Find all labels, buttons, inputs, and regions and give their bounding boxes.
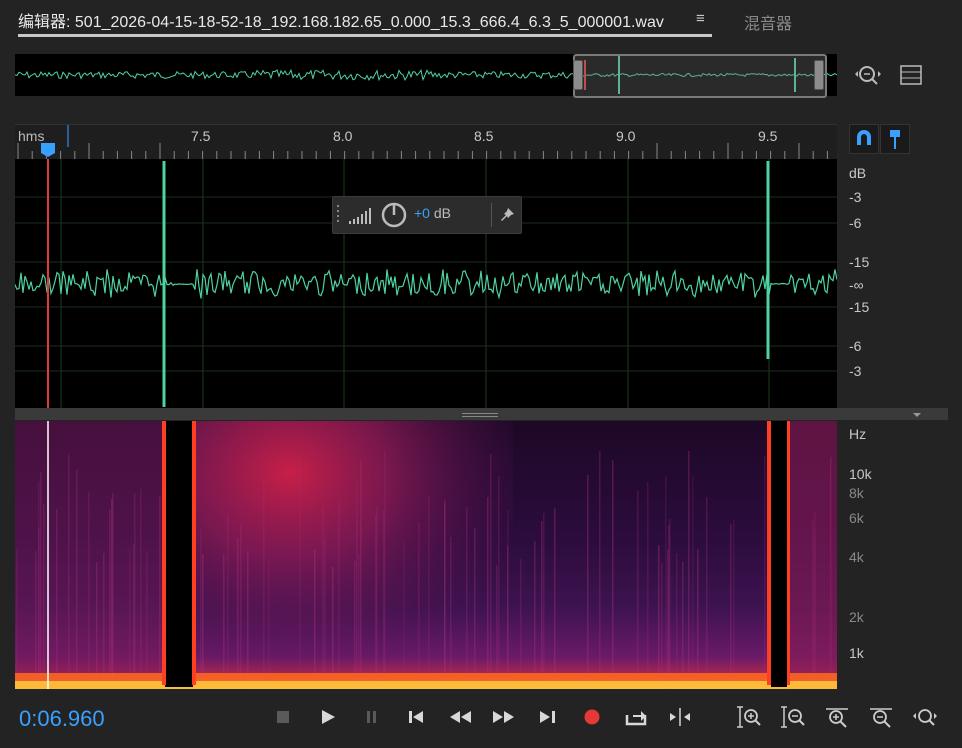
level-meter-icon <box>349 208 371 224</box>
db-unit-label: dB <box>849 165 867 181</box>
db-label: -15 <box>849 299 870 315</box>
hz-unit-label: Hz <box>849 426 867 442</box>
ruler-unit-label: hms <box>18 128 45 144</box>
list-icon[interactable] <box>900 64 922 86</box>
playhead-marker[interactable] <box>41 143 55 157</box>
stop-icon[interactable] <box>271 704 297 730</box>
snap-magnet-icon[interactable] <box>849 124 879 154</box>
loop-playback-icon[interactable] <box>623 704 649 730</box>
hz-label: 4k <box>849 549 864 565</box>
spectrogram-graphic <box>15 421 837 689</box>
skip-selection-icon[interactable] <box>667 704 693 730</box>
play-icon[interactable] <box>315 704 341 730</box>
zoom-navigator-icon[interactable] <box>854 62 882 88</box>
panel-splitter[interactable] <box>15 408 948 420</box>
overview-visible-range[interactable] <box>573 54 827 98</box>
hud-amplitude-value[interactable]: +0 dB <box>414 205 451 221</box>
fast-forward-icon[interactable] <box>491 704 517 730</box>
pause-icon[interactable] <box>359 704 385 730</box>
current-time-display[interactable]: 0:06.960 <box>19 706 105 732</box>
tick-label: 8.0 <box>333 128 353 144</box>
db-label: -15 <box>849 254 870 270</box>
zoom-out-time-icon[interactable] <box>868 704 894 730</box>
zoom-selection-icon[interactable] <box>912 704 938 730</box>
hz-label: 6k <box>849 510 864 526</box>
record-icon[interactable] <box>579 704 605 730</box>
db-label: -∞ <box>849 277 864 293</box>
rewind-icon[interactable] <box>447 704 473 730</box>
hz-label: 10k <box>849 466 872 482</box>
zoom-out-amplitude-icon[interactable] <box>780 704 806 730</box>
zoom-in-time-icon[interactable] <box>824 704 850 730</box>
marker-icon[interactable] <box>880 124 910 154</box>
hz-label: 1k <box>849 645 864 661</box>
go-to-end-icon[interactable] <box>535 704 561 730</box>
tab-mixer[interactable]: 混音器 <box>744 10 792 34</box>
tick-label: 8.5 <box>474 128 494 144</box>
db-label: -6 <box>849 215 862 231</box>
spectral-frequency-display[interactable] <box>15 421 837 689</box>
tick-label: 9.0 <box>616 128 636 144</box>
active-tab-indicator <box>18 34 712 37</box>
tick-label: 9.5 <box>758 128 778 144</box>
hz-label: 2k <box>849 609 864 625</box>
hz-label: 8k <box>849 485 864 501</box>
overview-range-left-handle[interactable] <box>573 60 583 90</box>
time-ruler[interactable] <box>15 124 837 160</box>
ruler-ticks <box>17 125 828 159</box>
tick-label: 7.5 <box>191 128 211 144</box>
db-label: -6 <box>849 338 862 354</box>
tab-editor[interactable]: 编辑器: 501_2026-04-15-18-52-18_192.168.182… <box>18 8 664 32</box>
db-label: -3 <box>849 189 862 205</box>
zoom-in-amplitude-icon[interactable] <box>736 704 762 730</box>
go-to-start-icon[interactable] <box>403 704 429 730</box>
overview-range-right-handle[interactable] <box>814 60 824 90</box>
volume-knob-icon[interactable] <box>380 201 408 229</box>
db-label: -3 <box>849 363 862 379</box>
panel-menu-icon[interactable]: ≡ <box>696 10 705 27</box>
pin-icon[interactable] <box>499 206 517 224</box>
